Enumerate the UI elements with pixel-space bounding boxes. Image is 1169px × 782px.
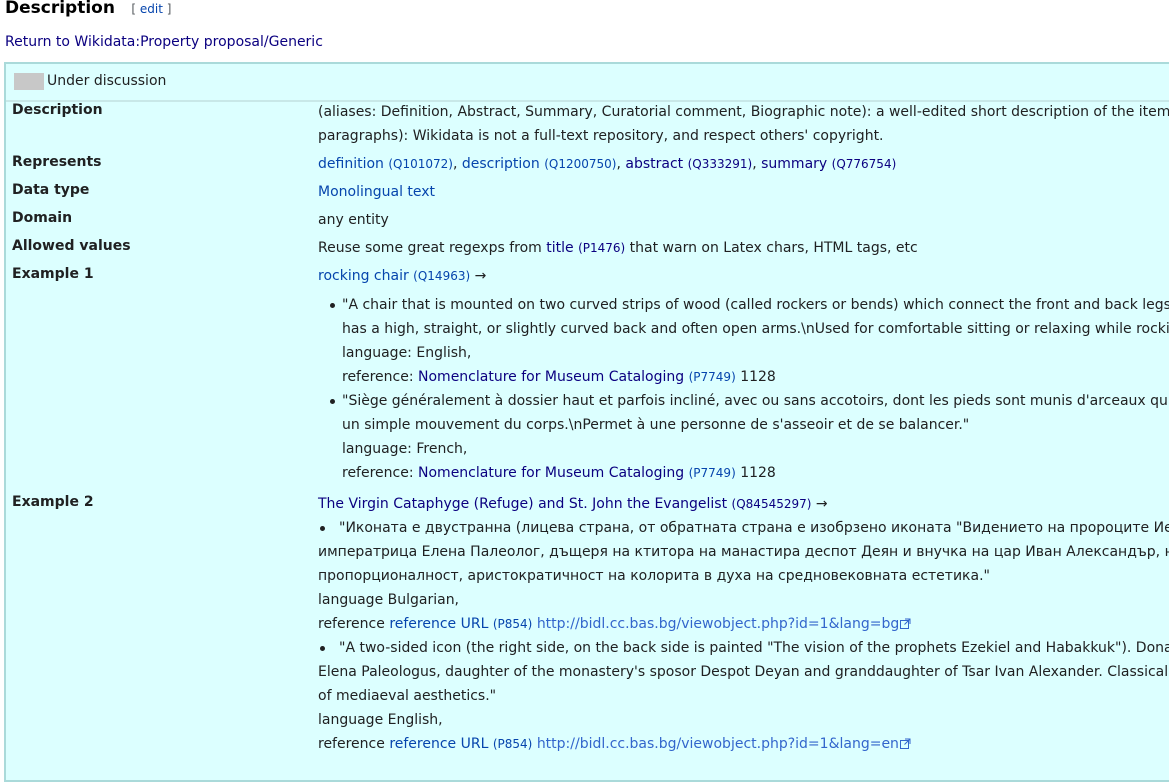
description-value: (aliases: Definition, Abstract, Summary,… bbox=[318, 100, 1169, 148]
allowed-values-label: Allowed values bbox=[12, 238, 131, 254]
example-2-statements: "Иконата е двустранна (лицева страна, от… bbox=[318, 516, 1169, 756]
example-1-statements: "A chair that is mounted on two curved s… bbox=[318, 293, 1169, 485]
example-2-subject: The Virgin Cataphyge (Refuge) and St. Jo… bbox=[318, 492, 828, 516]
bullet-icon bbox=[330, 399, 335, 404]
reference-link[interactable]: Nomenclature for Museum Cataloging bbox=[418, 369, 684, 385]
domain-label: Domain bbox=[12, 210, 73, 226]
external-url-link[interactable]: http://bidl.cc.bas.bg/viewobject.php?id=… bbox=[537, 616, 899, 632]
list-item: "Иконата е двустранна (лицева страна, от… bbox=[318, 520, 1169, 632]
status-text: Under discussion bbox=[47, 73, 167, 89]
data-type-value: Monolingual text bbox=[318, 180, 435, 204]
domain-value: any entity bbox=[318, 208, 389, 232]
data-type-link[interactable]: Monolingual text bbox=[318, 184, 435, 200]
represents-qid-abstract[interactable]: (Q333291) bbox=[688, 157, 753, 171]
represents-value: definition (Q101072), description (Q1200… bbox=[318, 156, 897, 172]
represents-label: Represents bbox=[12, 154, 102, 170]
status-swatch bbox=[14, 73, 44, 90]
bullet-icon bbox=[330, 303, 335, 308]
external-link-icon bbox=[900, 618, 911, 629]
example-1-label: Example 1 bbox=[12, 266, 94, 282]
proposal-box: Under discussion Description (aliases: D… bbox=[4, 62, 1169, 782]
arrow-icon: → bbox=[815, 496, 828, 512]
title-property-qid[interactable]: (P1476) bbox=[578, 241, 625, 255]
description-line-2: paragraphs): Wikidata is not a full-text… bbox=[318, 128, 884, 144]
represents-link-abstract[interactable]: abstract bbox=[625, 156, 683, 172]
represents-qid-definition[interactable]: (Q101072) bbox=[388, 157, 453, 171]
list-item: "Siège généralement à dossier haut et pa… bbox=[318, 389, 1169, 485]
reference-link[interactable]: Nomenclature for Museum Cataloging bbox=[418, 465, 684, 481]
section-title: Description bbox=[5, 0, 115, 18]
data-type-label: Data type bbox=[12, 182, 90, 198]
return-link[interactable]: Return to Wikidata:Property proposal/Gen… bbox=[5, 34, 323, 50]
reference-qid[interactable]: (P7749) bbox=[689, 466, 736, 480]
reference-url-qid[interactable]: (P854) bbox=[493, 617, 533, 631]
description-label: Description bbox=[12, 102, 103, 118]
list-item: "A chair that is mounted on two curved s… bbox=[318, 293, 1169, 389]
allowed-values-value: Reuse some great regexps from title (P14… bbox=[318, 240, 918, 256]
example-2-subject-link[interactable]: The Virgin Cataphyge (Refuge) and St. Jo… bbox=[318, 496, 727, 512]
example-1-subject-qid[interactable]: (Q14963) bbox=[413, 269, 470, 283]
section-heading: Description [ edit ] bbox=[5, 0, 171, 24]
bullet-icon bbox=[320, 646, 325, 651]
example-1-subject: rocking chair (Q14963) → bbox=[318, 264, 486, 288]
represents-link-definition[interactable]: definition bbox=[318, 156, 384, 172]
bullet-icon bbox=[320, 526, 325, 531]
domain-text: any entity bbox=[318, 212, 389, 228]
represents-link-summary[interactable]: summary bbox=[761, 156, 827, 172]
description-line-1: (aliases: Definition, Abstract, Summary,… bbox=[318, 104, 1169, 120]
reference-qid[interactable]: (P7749) bbox=[689, 370, 736, 384]
edit-section: [ edit ] bbox=[131, 2, 172, 16]
represents-qid-description[interactable]: (Q1200750) bbox=[544, 157, 616, 171]
reference-url-link[interactable]: reference URL bbox=[389, 616, 488, 632]
arrow-icon: → bbox=[474, 268, 487, 284]
example-1-subject-link[interactable]: rocking chair bbox=[318, 268, 409, 284]
title-property-link[interactable]: title bbox=[546, 240, 573, 256]
represents-qid-summary[interactable]: (Q776754) bbox=[832, 157, 897, 171]
list-item: "A two-sided icon (the right side, on th… bbox=[318, 640, 1169, 752]
example-2-subject-qid[interactable]: (Q84545297) bbox=[732, 497, 812, 511]
reference-url-link[interactable]: reference URL bbox=[389, 736, 488, 752]
external-link-icon bbox=[899, 738, 911, 749]
external-url-link[interactable]: http://bidl.cc.bas.bg/viewobject.php?id=… bbox=[537, 736, 899, 752]
represents-link-description[interactable]: description bbox=[462, 156, 540, 172]
example-2-label: Example 2 bbox=[12, 494, 94, 510]
status-row: Under discussion bbox=[6, 64, 1169, 102]
reference-url-qid[interactable]: (P854) bbox=[493, 737, 533, 751]
edit-link[interactable]: edit bbox=[140, 2, 163, 16]
